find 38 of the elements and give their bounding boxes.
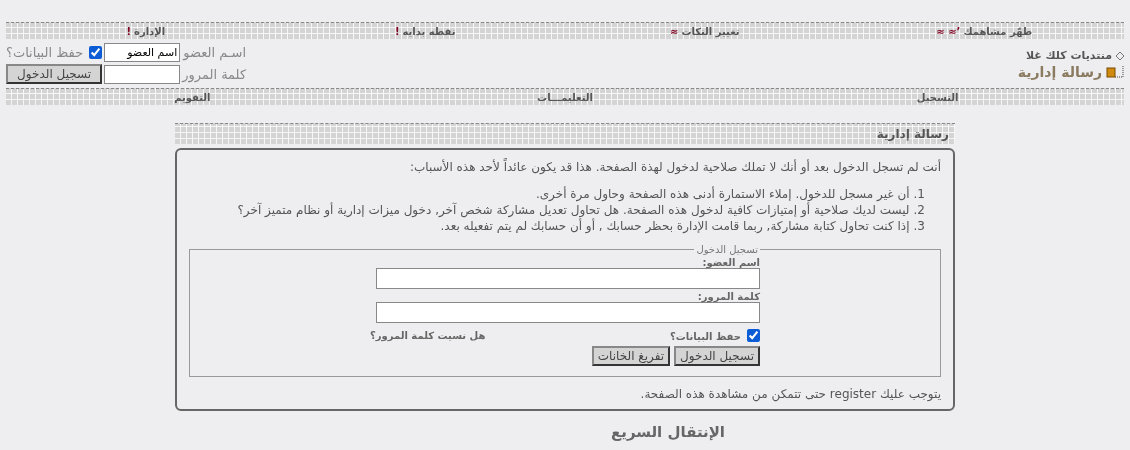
- page-title: رسالة إدارية: [1017, 64, 1102, 80]
- diamond-icon: [1116, 51, 1124, 60]
- fieldset-legend: تسجيل الدخول: [694, 244, 760, 256]
- username-field[interactable]: اسم العضو: [104, 43, 181, 62]
- intro-text: أنت لم تسجل الدخول بعد أو أنك لا تملك صلاحية لدخول لهذة الصفحة. هذا قد يكون عائداً لأحد هذه الأسباب:: [408, 160, 941, 176]
- username-field[interactable]: [376, 268, 760, 290]
- nav-link[interactable]: التسجيل: [916, 91, 959, 103]
- reason-item: إذا كنت تحاول كتابة مشاركة, ربما قامت الإدارة بحظر حسابك , أو أن حسابك لم يتم تفعيله بعد.: [440, 217, 910, 235]
- nav-link[interactable]: التعليمـــات: [537, 91, 593, 103]
- remember-label: حفظ البيانات؟: [6, 45, 84, 60]
- list-number: 1.: [913, 185, 925, 202]
- username-label: اسم العضو:: [701, 257, 760, 269]
- nav-link[interactable]: التقويم: [174, 91, 211, 103]
- folder-icon: [1106, 66, 1124, 78]
- nav-link[interactable]: الإدارة !: [126, 25, 166, 37]
- form-button[interactable]: تسجيل الدخول: [674, 346, 760, 367]
- panel-title: رسالة إدارية: [876, 127, 949, 141]
- password-field[interactable]: [376, 302, 760, 324]
- remember-checkbox[interactable]: [89, 46, 103, 59]
- remember-checkbox[interactable]: [747, 329, 760, 343]
- reason-item: أن غير مسجل للدخول. إملاء الاستمارة أدنى هذه الصفحة وحاول مرة أخرى.: [535, 185, 910, 202]
- register-link[interactable]: register: [829, 387, 877, 402]
- reason-item: ليست لديك صلاحية أو إمتيازات كافية لدخول هذه الصفحة. هل تحاول تعديل مشاركة شخص آخر, دخول ميزات إدارية أو نظام متميز آخر؟: [237, 201, 910, 218]
- nav-link[interactable]: طهّر مشاهمك ’≈ ≈: [936, 25, 1033, 37]
- quick-jump-title: الإنتقال السريع: [611, 423, 725, 442]
- site-name-link[interactable]: منتديات كلك غلا: [1025, 49, 1112, 62]
- forgot-password-link[interactable]: هل نسيت كلمة المرور؟: [370, 330, 486, 342]
- password-label: كلمة المرور: [182, 66, 247, 82]
- list-number: 2.: [913, 201, 925, 218]
- password-label: كلمة المرور:: [696, 291, 760, 303]
- password-field[interactable]: [104, 64, 181, 84]
- form-button[interactable]: تفريغ الخانات: [591, 346, 671, 367]
- list-number: 3.: [913, 217, 925, 235]
- nav-link[interactable]: تغيير النكات ≈: [670, 25, 740, 37]
- login-button[interactable]: تسجيل الدخول: [6, 64, 103, 84]
- remember-label: حفظ البيانات؟: [669, 331, 741, 343]
- nav-link[interactable]: نقطه بدايه !: [394, 25, 456, 37]
- username-label: اسـم العضو: [182, 45, 247, 60]
